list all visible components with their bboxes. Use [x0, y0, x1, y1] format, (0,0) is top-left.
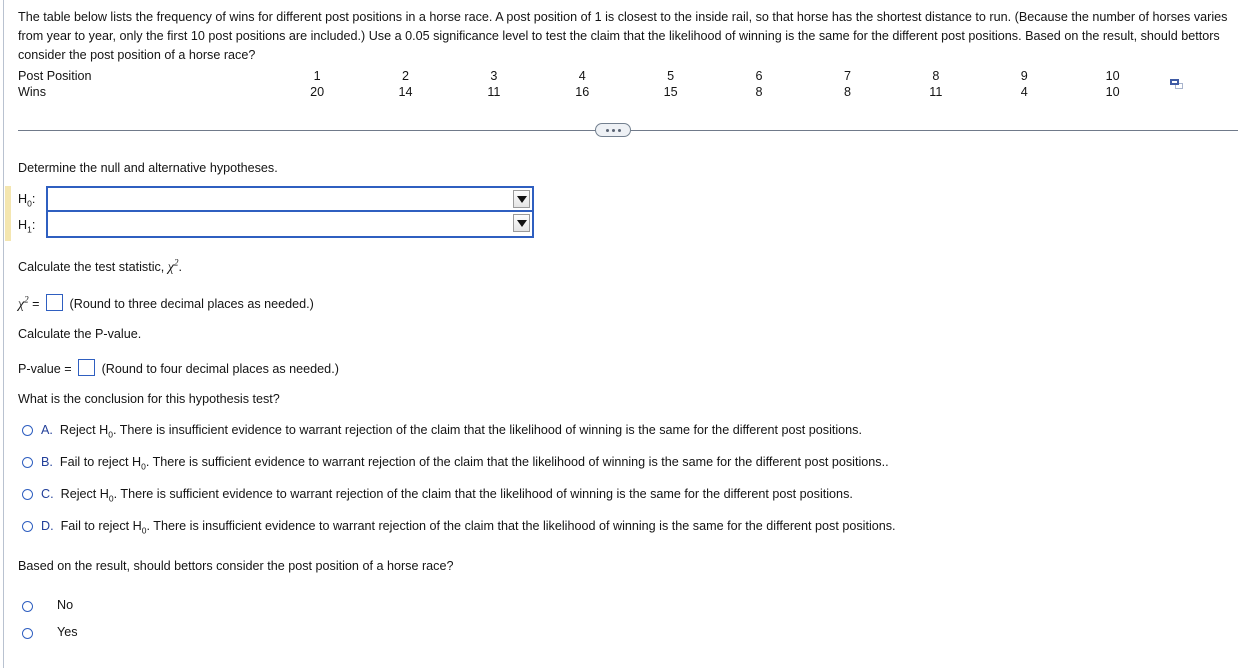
option-a-letter: A. [41, 423, 53, 437]
chi-symbol: χ2 [167, 257, 179, 275]
bettors-option-yes-label: Yes [57, 625, 78, 639]
wins-cell-3: 11 [487, 85, 501, 99]
h1-select[interactable] [46, 212, 534, 238]
post-position-cell-3: 3 [490, 69, 498, 83]
test-statistic-prompt-period: . [178, 260, 182, 274]
p-value-answer-row: P-value = (Round to four decimal places … [18, 359, 339, 376]
chevron-down-icon [516, 195, 527, 203]
copy-icon-front-sheet [1170, 78, 1180, 85]
wins-cell-8: 11 [929, 85, 943, 99]
test-statistic-prompt-text: Calculate the test statistic, [18, 260, 168, 274]
left-rail-highlight-marker [5, 186, 11, 241]
p-value-input[interactable] [78, 359, 96, 376]
option-b-letter: B. [41, 455, 53, 469]
hypotheses-block: H0: H1: [18, 186, 534, 238]
equals-sign: = [32, 297, 40, 311]
p-value-prompt: Calculate the P-value. [18, 327, 142, 341]
bettors-option-yes[interactable]: Yes [22, 625, 78, 639]
test-statistic-prompt: Calculate the test statistic, χ2. [18, 257, 182, 276]
chi-squared-input[interactable] [46, 294, 64, 311]
option-d-letter: D. [41, 519, 54, 533]
radio-icon[interactable] [22, 521, 33, 532]
wins-cell-10: 10 [1105, 85, 1120, 99]
hypothesis-row-alternative: H1: [18, 212, 534, 238]
option-a-text: Reject H0. There is insufficient evidenc… [59, 423, 862, 440]
chi-squared-label: χ2 [18, 294, 29, 312]
post-position-cell-8: 8 [932, 69, 940, 83]
conclusion-option-c[interactable]: C. Reject H0. There is sufficient eviden… [22, 487, 853, 504]
chi-squared-rounding-hint: (Round to three decimal places as needed… [69, 297, 314, 311]
post-position-cell-2: 2 [401, 69, 409, 83]
exercise-page: The table below lists the frequency of w… [0, 0, 1248, 668]
conclusion-option-b[interactable]: B. Fail to reject H0. There is sufficien… [22, 455, 889, 472]
wins-cell-7: 8 [843, 85, 851, 99]
h0-select[interactable] [46, 186, 534, 212]
radio-icon[interactable] [22, 601, 33, 612]
bettors-option-no[interactable]: No [22, 598, 73, 612]
h0-label: H0: [18, 192, 36, 209]
post-position-cell-10: 10 [1105, 69, 1120, 83]
post-position-cell-7: 7 [843, 69, 851, 83]
radio-icon[interactable] [22, 628, 33, 639]
radio-icon[interactable] [22, 425, 33, 436]
copy-to-spreadsheet-icon[interactable] [1170, 78, 1184, 91]
wins-cell-5: 15 [663, 85, 678, 99]
radio-icon[interactable] [22, 457, 33, 468]
conclusion-option-a[interactable]: A. Reject H0. There is insufficient evid… [22, 423, 862, 440]
wins-cell-2: 14 [398, 85, 413, 99]
problem-statement: The table below lists the frequency of w… [18, 10, 1228, 63]
table-row-post-position: Post Position 1 2 3 4 5 6 7 8 9 10 [18, 68, 1198, 89]
option-b-text: Fail to reject H0. There is sufficient e… [59, 455, 889, 472]
copy-table-button[interactable] [1157, 68, 1198, 100]
wins-cell-9: 4 [1020, 85, 1028, 99]
left-rail-divider [3, 0, 4, 668]
post-position-cell-9: 9 [1020, 69, 1028, 83]
h0-select-arrow-button[interactable] [513, 190, 530, 208]
h1-label: H1: [18, 218, 36, 235]
post-position-cell-6: 6 [755, 69, 763, 83]
conclusion-option-d[interactable]: D. Fail to reject H0. There is insuffici… [22, 519, 896, 536]
wins-cell-6: 8 [755, 85, 763, 99]
frequency-table: Post Position 1 2 3 4 5 6 7 8 9 10 Wins … [18, 68, 1198, 100]
conclusion-prompt: What is the conclusion for this hypothes… [18, 392, 280, 406]
post-position-cell-4: 4 [578, 69, 586, 83]
option-c-text: Reject H0. There is sufficient evidence … [60, 487, 853, 504]
ellipsis-dot-3 [617, 128, 621, 132]
h1-select-arrow-button[interactable] [513, 214, 530, 232]
p-value-label: P-value = [18, 362, 72, 376]
radio-icon[interactable] [22, 489, 33, 500]
bettors-prompt: Based on the result, should bettors cons… [18, 559, 454, 573]
chevron-down-icon [516, 219, 527, 227]
wins-cell-4: 16 [575, 85, 590, 99]
hypotheses-prompt: Determine the null and alternative hypot… [18, 161, 278, 175]
row-header-wins: Wins [18, 85, 46, 99]
option-d-text: Fail to reject H0. There is insufficient… [60, 519, 896, 536]
post-position-cell-1: 1 [313, 69, 321, 83]
ellipsis-dot-2 [611, 128, 615, 132]
p-value-rounding-hint: (Round to four decimal places as needed.… [101, 362, 339, 376]
test-statistic-answer-row: χ2 = (Round to three decimal places as n… [18, 294, 314, 313]
hypothesis-row-null: H0: [18, 186, 534, 212]
ellipsis-dot-1 [605, 128, 609, 132]
table-row-wins: Wins 20 14 11 16 15 8 8 11 4 10 [18, 84, 1198, 100]
ellipsis-icon[interactable] [595, 123, 631, 137]
wins-cell-1: 20 [310, 85, 325, 99]
post-position-cell-5: 5 [667, 69, 675, 83]
option-c-letter: C. [41, 487, 54, 501]
bettors-option-no-label: No [57, 598, 74, 612]
row-header-post-position: Post Position [18, 69, 92, 83]
